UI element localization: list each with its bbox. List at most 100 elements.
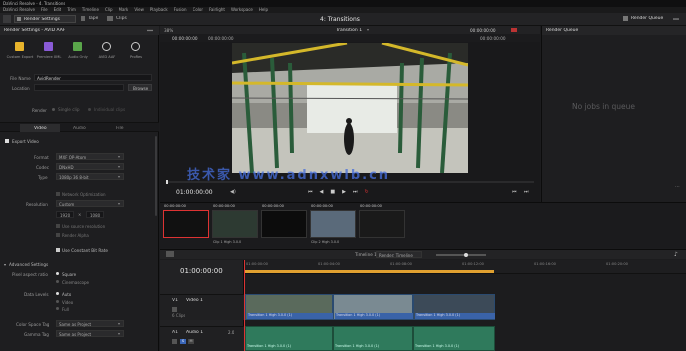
stop-icon[interactable]: ■ — [330, 189, 335, 195]
lock-icon[interactable] — [172, 307, 177, 312]
scrollbar[interactable] — [155, 136, 157, 216]
render-settings-header: Render Settings - AVID AAF — [0, 26, 159, 35]
single-clip-radio[interactable] — [52, 108, 55, 111]
a1-name: Audio 1 — [186, 330, 204, 335]
timeline-timecode: 01:00:00:00 — [180, 267, 223, 275]
filename-label: File Name — [10, 76, 31, 81]
chevron-down-icon[interactable]: ▾ — [4, 262, 6, 267]
individual-clips-radio[interactable] — [88, 108, 91, 111]
resolution-select[interactable]: Custom ▾ — [56, 200, 124, 207]
settings-tabs: Video Audio File — [0, 122, 159, 132]
clip-thumbnail[interactable]: 00:00:00:00 — [162, 204, 210, 248]
timeline-ruler[interactable]: 01:00:00:00 01:00:04:00 01:00:08:00 01:00:1… — [244, 260, 686, 274]
color-space-select[interactable]: Same as Project ▾ — [56, 320, 124, 327]
location-field[interactable] — [34, 84, 124, 91]
export-video-checkbox[interactable] — [5, 139, 9, 143]
clip-thumbnail[interactable]: 00:00:00:00 Clip 1 High 3.0.0 — [211, 204, 259, 248]
play-icon[interactable]: ▶ — [342, 189, 346, 195]
width-field[interactable]: 1920 — [56, 211, 74, 218]
render-alpha-checkbox[interactable] — [56, 233, 60, 237]
music-note-icon[interactable]: ♪ — [674, 251, 678, 258]
tab-video[interactable]: Video — [20, 124, 60, 132]
preset-row: Custom Export Premiere XML Audio Only AVID … — [6, 40, 156, 68]
tape-button[interactable]: Tape — [80, 15, 104, 23]
video-track: Transition 1 High 3.0.0 (1) Transition 1 … — [245, 294, 495, 320]
clips-button[interactable]: Clips — [106, 15, 134, 23]
video-clip[interactable]: Transition 1 High 3.0.0 (1) — [333, 294, 413, 320]
format-select[interactable]: MXF OP-Atom ▾ — [56, 153, 124, 160]
render-queue-button[interactable]: Render Queue — [622, 15, 666, 23]
data-full-radio[interactable] — [56, 307, 59, 310]
cinemascope-radio[interactable] — [56, 280, 59, 283]
zoom-select[interactable]: 38% — [164, 28, 173, 33]
constant-bitrate-checkbox[interactable] — [56, 248, 60, 252]
rewind-icon[interactable]: ◀ — [320, 189, 324, 195]
clip-thumbnail[interactable]: 00:00:00:00 — [260, 204, 308, 248]
video-clip[interactable]: Transition 1 High 3.0.0 (1) — [245, 294, 333, 320]
chevron-down-icon: ▾ — [118, 174, 121, 179]
preset-premiere[interactable]: Premiere XML — [35, 40, 63, 68]
next-marker-icon[interactable]: ⏭ — [524, 189, 529, 195]
type-select[interactable]: 1080p 36 8-bit ▾ — [56, 173, 124, 180]
a1-label: A1 — [172, 330, 178, 335]
skip-start-icon[interactable]: ⏮ — [308, 189, 313, 195]
video-clip[interactable]: Transition 1 High 3.0.0 (1) — [413, 294, 495, 320]
panel-toggle-icon[interactable] — [3, 15, 11, 23]
filename-field[interactable]: AvidRender — [34, 74, 152, 81]
chevron-down-icon[interactable]: ▾ — [367, 27, 369, 32]
project-title: 4: Transitions — [320, 16, 360, 23]
loop-icon[interactable]: ↻ — [364, 189, 368, 195]
data-auto-label: Auto — [62, 291, 72, 297]
clip-timecode: 00:00:00:00 — [164, 204, 186, 208]
tab-audio[interactable]: Audio — [60, 124, 100, 132]
speaker-icon[interactable]: ◀) — [230, 189, 236, 195]
video-frame[interactable] — [232, 43, 468, 173]
audio-clip[interactable]: Transition 1 High 3.0.0 (1) — [413, 326, 495, 351]
zoom-handle[interactable] — [464, 252, 468, 257]
more-options-icon[interactable]: ⋯ — [675, 184, 680, 190]
codec-select[interactable]: DNxHD ▾ — [56, 163, 124, 170]
preset-prores[interactable]: ProRes — [122, 40, 150, 68]
header-menu-icon[interactable] — [146, 28, 154, 33]
render-range-select[interactable]: Render: Timeline — [376, 251, 422, 258]
clip-thumbnail[interactable]: 00:00:00:00 Clip 2 High 3.0.0 — [309, 204, 357, 248]
render-settings-button[interactable]: Render Settings — [14, 15, 76, 23]
preset-audio[interactable]: Audio Only — [64, 40, 92, 68]
more-options-icon[interactable] — [672, 16, 680, 22]
preset-clapper[interactable]: Custom Export — [6, 40, 34, 68]
source-res-checkbox[interactable] — [56, 224, 60, 228]
clip-thumbnails: 00:00:00:00 00:00:00:00 Clip 1 High 3.0.0 0… — [162, 204, 422, 248]
audio-clip[interactable]: Transition 1 High 3.0.0 (1) — [245, 326, 333, 351]
browse-button[interactable]: Browse — [128, 84, 152, 91]
tab-file[interactable]: File — [100, 124, 140, 132]
playhead[interactable] — [166, 180, 168, 184]
v1-clip-count: 6 Clips — [172, 313, 186, 318]
clip-timecode: 00:00:00:00 — [262, 204, 284, 208]
clip-label: Clip 1 High 3.0.0 — [213, 240, 242, 244]
chevron-down-icon: ▾ — [118, 201, 121, 206]
render-icon — [17, 17, 21, 21]
lock-icon[interactable] — [172, 339, 177, 344]
solo-icon[interactable]: S — [180, 339, 186, 344]
data-full-label: Full — [62, 306, 69, 312]
data-video-radio[interactable] — [56, 300, 59, 303]
network-opt-checkbox[interactable] — [56, 192, 60, 196]
mute-icon[interactable]: M — [188, 339, 194, 344]
square-radio[interactable] — [56, 272, 59, 275]
clip-name-bar: Transition 1 High 3.0.0 (1) — [247, 313, 333, 319]
height-field[interactable]: 1080 — [86, 211, 104, 218]
preset-label: Audio Only — [68, 55, 88, 59]
clip-thumbnail[interactable]: 00:00:00:00 — [358, 204, 406, 248]
preset-avid[interactable]: AVID AAF — [93, 40, 121, 68]
data-auto-radio[interactable] — [56, 292, 59, 295]
render-settings-panel: Render Settings - AVID AAF Custom Export… — [0, 26, 159, 351]
zoom-slider[interactable] — [436, 252, 486, 257]
timeline-view-icon[interactable] — [166, 251, 174, 257]
audio-clip[interactable]: Transition 1 High 3.0.0 (1) — [333, 326, 413, 351]
flag-icon[interactable] — [511, 27, 517, 32]
skip-end-icon[interactable]: ⏭ — [353, 189, 358, 195]
ruler-mark: 01:00:08:00 — [390, 262, 412, 266]
prev-marker-icon[interactable]: ⏮ — [512, 189, 517, 195]
gamma-select[interactable]: Same as Project ▾ — [56, 330, 124, 337]
clip-timecode: 00:00:00:00 — [213, 204, 235, 208]
